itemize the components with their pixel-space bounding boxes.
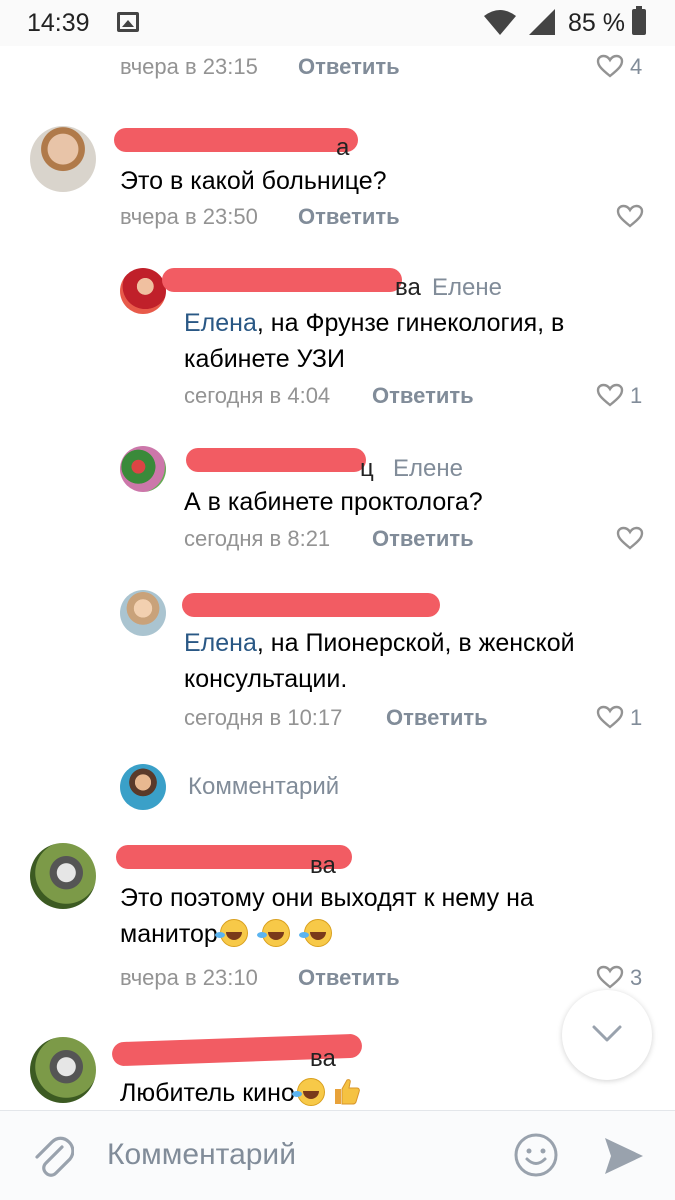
heart-icon[interactable] [616,526,644,550]
mention-link[interactable]: Елена [184,309,257,337]
wifi-icon [484,10,516,35]
mention-link[interactable]: Елена [184,629,257,657]
author-name-tail: а [336,134,350,161]
reply-button[interactable]: Ответить [298,204,400,230]
reply-to[interactable]: Елене [393,455,463,483]
image-icon [117,12,139,32]
author-name-tail: ва [310,1045,336,1072]
comment-text-line2: манитор [120,920,218,948]
reply-button[interactable]: Ответить [372,383,474,409]
comment-text-line1: Любитель кино [120,1079,295,1107]
redacted-name [114,128,358,152]
send-icon[interactable] [603,1136,645,1176]
rofl-emoji-icon [291,1078,325,1106]
avatar[interactable] [120,590,166,636]
rofl-emoji-icon [298,919,332,947]
like-count: 3 [630,965,643,990]
reply-to[interactable]: Елене [432,274,502,302]
rofl-emoji-icon [214,919,248,947]
avatar[interactable] [120,446,166,492]
signal-icon [529,9,555,35]
like-count: 4 [630,54,643,79]
comment-time: вчера в 23:15 [120,54,258,79]
battery-icon [632,6,646,35]
author-name-tail: ва [310,852,336,879]
heart-icon[interactable] [596,705,624,729]
comment-text-line1: , на Пионерской, в женской [256,629,575,657]
author-name-tail: ва [395,274,421,301]
comment-text: Это в какой больнице? [120,167,387,195]
comment-text-line1: Это поэтому они выходят к нему на [120,884,534,912]
comment-input-bar: Комментарий [0,1110,675,1200]
comment-time: сегодня в 4:04 [184,383,331,408]
reply-button[interactable]: Ответить [298,54,400,80]
heart-icon[interactable] [596,965,624,989]
redacted-name [182,593,440,617]
like-count: 1 [630,383,643,408]
comment-text-line1: , на Фрунзе гинекология, в [256,309,565,337]
reply-button[interactable]: Ответить [372,526,474,552]
heart-icon[interactable] [596,383,624,407]
scroll-down-button[interactable] [562,990,652,1080]
smile-icon[interactable] [513,1132,559,1178]
reply-placeholder[interactable]: Комментарий [188,773,339,801]
heart-icon[interactable] [596,54,624,78]
rofl-emoji-icon [256,919,290,947]
author-name-tail: ц [360,455,374,482]
comment-time: сегодня в 8:21 [184,526,331,551]
avatar[interactable] [30,1037,96,1103]
redacted-name [186,448,366,472]
heart-icon[interactable] [616,204,644,228]
reply-button[interactable]: Ответить [386,705,488,731]
chevron-down-icon [592,1025,622,1042]
reply-button[interactable]: Ответить [298,965,400,991]
avatar [120,764,166,810]
comment-text: Любитель кино [120,1075,520,1111]
comment-time: вчера в 23:50 [120,204,258,229]
thumbs-up-icon [331,1076,361,1106]
comment-text: Это поэтому они выходят к нему на манитор [120,880,640,952]
avatar[interactable] [120,268,166,314]
status-time: 14:39 [27,9,90,37]
redacted-name [162,268,402,292]
comment-time: вчера в 23:10 [120,965,258,990]
avatar[interactable] [30,126,96,192]
comment-text-line2: кабинете УЗИ [184,345,345,373]
paperclip-icon[interactable] [32,1133,74,1179]
comment-text: Елена, на Пионерской, в женской консульта… [184,625,644,697]
comment-input[interactable]: Комментарий [107,1138,296,1172]
comment-time: сегодня в 10:17 [184,705,343,730]
status-bar: 14:39 85 % [0,0,675,46]
battery-percent: 85 % [568,9,625,37]
like-count: 1 [630,705,643,730]
comment-text: Елена, на Фрунзе гинекология, в кабинете … [184,305,644,377]
comment-text: А в кабинете проктолога? [184,488,483,516]
avatar[interactable] [30,843,96,909]
comment-text-line2: консультации. [184,665,348,693]
